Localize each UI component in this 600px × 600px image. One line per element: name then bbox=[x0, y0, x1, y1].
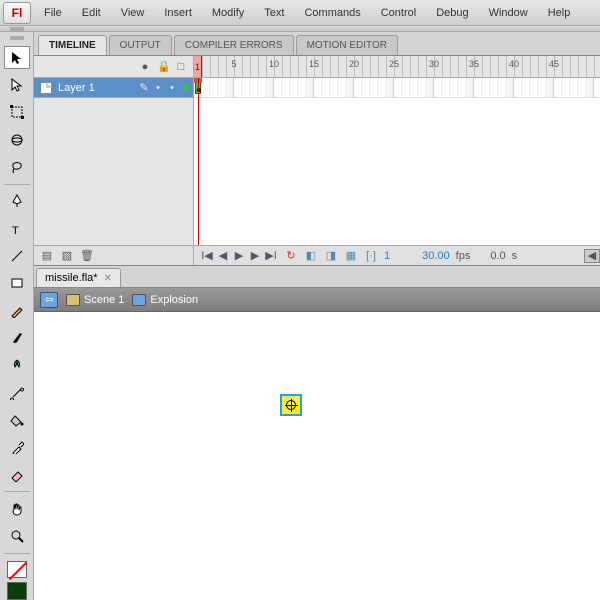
symbol-instance[interactable] bbox=[280, 394, 302, 416]
scroll-left-icon[interactable]: ◀ bbox=[584, 249, 600, 263]
panel-tabs: TIMELINE OUTPUT COMPILER ERRORS MOTION E… bbox=[34, 32, 600, 56]
back-icon[interactable]: ⇦ bbox=[40, 292, 58, 308]
eyedropper-tool[interactable] bbox=[4, 436, 30, 459]
ruler-number: 15 bbox=[309, 59, 319, 69]
layer-pencil-icon: ✎ bbox=[137, 81, 151, 94]
ruler-number: 30 bbox=[429, 59, 439, 69]
fps-value: 30.00 bbox=[422, 250, 450, 262]
ruler-number: 45 bbox=[549, 59, 559, 69]
symbol-label: Explosion bbox=[150, 294, 198, 306]
menu-insert[interactable]: Insert bbox=[154, 3, 202, 23]
menu-help[interactable]: Help bbox=[538, 3, 581, 23]
menu-text[interactable]: Text bbox=[254, 3, 294, 23]
stroke-swatch[interactable] bbox=[7, 561, 27, 579]
ruler-number: 40 bbox=[509, 59, 519, 69]
tab-compiler-errors[interactable]: COMPILER ERRORS bbox=[174, 35, 294, 55]
delete-layer-icon[interactable]: 🗑 bbox=[80, 249, 94, 263]
menu-view[interactable]: View bbox=[111, 3, 155, 23]
playhead-line bbox=[198, 78, 199, 245]
onion-skin-icon[interactable]: ◧ bbox=[304, 249, 318, 263]
prev-frame-icon[interactable]: ◀ bbox=[216, 249, 230, 263]
next-frame-icon[interactable]: ▶ bbox=[248, 249, 262, 263]
onion-outlines-icon[interactable]: ◨ bbox=[324, 249, 338, 263]
timeline-panel: ● 🔒 □ 1 5 10 15 20 25 30 35 40 45 Layer 1 ✎ • bbox=[34, 56, 600, 266]
elapsed-unit: s bbox=[512, 250, 518, 262]
menu-control[interactable]: Control bbox=[371, 3, 426, 23]
breadcrumb-symbol[interactable]: Explosion bbox=[132, 294, 198, 306]
text-tool[interactable]: T bbox=[4, 217, 30, 240]
outline-icon[interactable]: □ bbox=[175, 61, 187, 73]
play-icon[interactable]: ▶ bbox=[232, 249, 246, 263]
menu-file[interactable]: File bbox=[34, 3, 72, 23]
tools-panel: T bbox=[0, 32, 34, 600]
edit-bar: ⇦ Scene 1 Explosion bbox=[34, 288, 600, 312]
pen-tool[interactable] bbox=[4, 190, 30, 213]
rectangle-tool[interactable] bbox=[4, 272, 30, 295]
last-frame-icon[interactable]: ▶I bbox=[264, 249, 278, 263]
layer-lock-dot[interactable]: • bbox=[165, 82, 179, 94]
new-folder-icon[interactable]: ▧ bbox=[60, 249, 74, 263]
app-logo: Fl bbox=[3, 2, 31, 24]
elapsed-value: 0.0 bbox=[490, 250, 505, 262]
deco-tool[interactable] bbox=[4, 354, 30, 377]
modify-markers-icon[interactable]: [·] bbox=[364, 249, 378, 263]
paint-bucket-tool[interactable] bbox=[4, 408, 30, 431]
layer-outline-box[interactable]: ■ bbox=[179, 82, 193, 94]
new-layer-icon[interactable]: ▤ bbox=[40, 249, 54, 263]
scene-label: Scene 1 bbox=[84, 294, 124, 306]
ruler-number: 25 bbox=[389, 59, 399, 69]
ruler-number: 35 bbox=[469, 59, 479, 69]
current-frame: 1 bbox=[384, 250, 390, 262]
first-frame-icon[interactable]: I◀ bbox=[200, 249, 214, 263]
frames-area[interactable] bbox=[194, 78, 600, 245]
brush-tool[interactable] bbox=[4, 326, 30, 349]
tab-output[interactable]: OUTPUT bbox=[109, 35, 172, 55]
menu-commands[interactable]: Commands bbox=[294, 3, 370, 23]
timeline-ruler[interactable]: 1 51015202530354045 bbox=[194, 56, 600, 77]
scene-icon bbox=[66, 294, 80, 306]
layer-row[interactable]: Layer 1 ✎ • • ■ bbox=[34, 78, 193, 98]
document-tab-label: missile.fla* bbox=[45, 272, 98, 284]
layer-name[interactable]: Layer 1 bbox=[56, 82, 137, 94]
pencil-tool[interactable] bbox=[4, 299, 30, 322]
free-transform-tool[interactable] bbox=[4, 101, 30, 124]
eye-icon[interactable]: ● bbox=[139, 61, 151, 73]
breadcrumb-scene[interactable]: Scene 1 bbox=[66, 294, 124, 306]
tab-motion-editor[interactable]: MOTION EDITOR bbox=[296, 35, 398, 55]
bone-tool[interactable] bbox=[4, 381, 30, 404]
eraser-tool[interactable] bbox=[4, 463, 30, 486]
menu-bar: File Edit View Insert Modify Text Comman… bbox=[34, 3, 580, 23]
hand-tool[interactable] bbox=[4, 497, 30, 520]
3d-rotation-tool[interactable] bbox=[4, 128, 30, 151]
menu-edit[interactable]: Edit bbox=[72, 3, 111, 23]
tab-timeline[interactable]: TIMELINE bbox=[38, 35, 107, 55]
close-tab-icon[interactable]: ✕ bbox=[104, 273, 112, 284]
document-tab[interactable]: missile.fla* ✕ bbox=[36, 268, 121, 287]
ruler-number: 20 bbox=[349, 59, 359, 69]
menu-window[interactable]: Window bbox=[479, 3, 538, 23]
loop-icon[interactable]: ↻ bbox=[284, 249, 298, 263]
ruler-number: 5 bbox=[231, 59, 236, 69]
selection-tool[interactable] bbox=[4, 46, 30, 69]
menu-modify[interactable]: Modify bbox=[202, 3, 254, 23]
fill-swatch[interactable] bbox=[7, 582, 27, 600]
symbol-icon bbox=[132, 294, 146, 306]
subselection-tool[interactable] bbox=[4, 73, 30, 96]
ruler-number: 10 bbox=[269, 59, 279, 69]
layer-eye-dot[interactable]: • bbox=[151, 82, 165, 94]
registration-point-icon bbox=[286, 400, 296, 410]
line-tool[interactable] bbox=[4, 244, 30, 267]
edit-multiple-icon[interactable]: ▦ bbox=[344, 249, 358, 263]
lock-icon[interactable]: 🔒 bbox=[157, 60, 169, 73]
layer-icon bbox=[40, 82, 52, 94]
svg-text:T: T bbox=[12, 225, 19, 236]
lasso-tool[interactable] bbox=[4, 155, 30, 178]
zoom-tool[interactable] bbox=[4, 525, 30, 548]
stage[interactable] bbox=[34, 312, 600, 600]
fps-unit: fps bbox=[456, 250, 471, 262]
menu-debug[interactable]: Debug bbox=[426, 3, 478, 23]
